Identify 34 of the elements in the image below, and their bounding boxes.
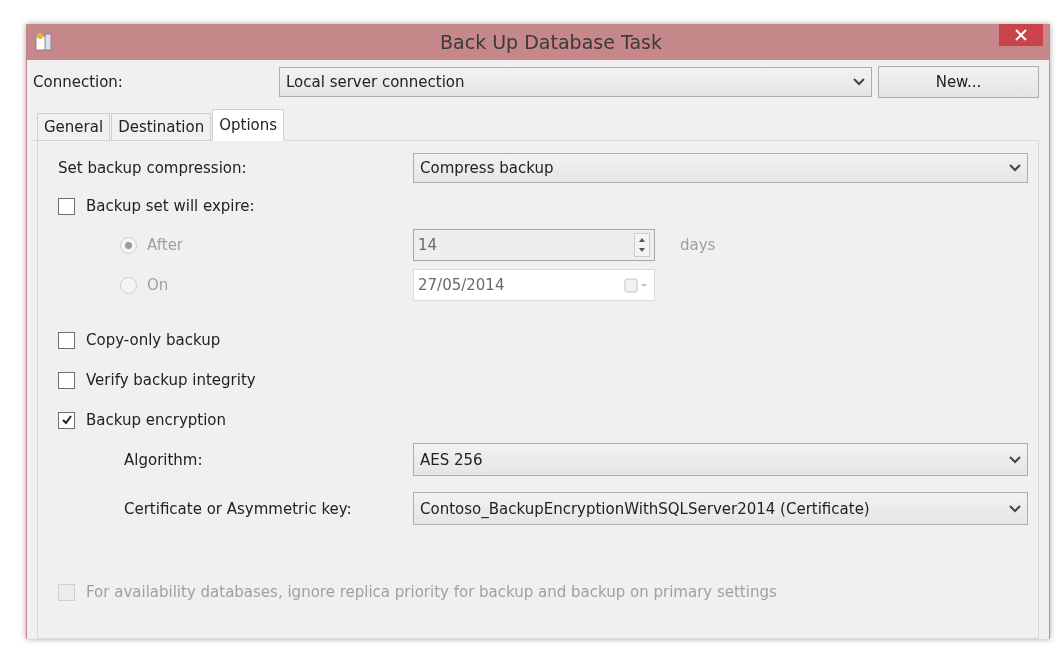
chevron-down-icon	[853, 78, 865, 86]
checkbox[interactable]	[58, 331, 75, 349]
radio-label: After	[147, 236, 184, 254]
checkbox-label: Copy-only backup	[86, 331, 221, 349]
spinner-arrows-icon	[634, 233, 650, 257]
field-label: Algorithm:	[124, 450, 203, 469]
dropdown[interactable]: AES 256	[413, 443, 1028, 476]
checkbox[interactable]	[58, 197, 75, 215]
checkbox-label: Backup set will expire:	[86, 197, 255, 215]
window-title: Back Up Database Task	[440, 31, 662, 53]
connection-label: Connection:	[33, 73, 123, 91]
close-icon	[1015, 29, 1027, 41]
checkbox-label: For availability databases, ignore replica priority for backup and backup on primary settings	[86, 583, 777, 601]
chevron-down-icon	[1009, 504, 1021, 513]
checkbox-label: Verify backup integrity	[86, 371, 256, 389]
tab[interactable]: Destination	[111, 113, 212, 141]
unit-label: days	[680, 236, 716, 254]
chevron-down-icon	[1009, 455, 1021, 464]
compression-label: Set backup compression:	[58, 159, 247, 177]
calendar-icon	[624, 277, 650, 293]
close-button[interactable]	[999, 24, 1043, 46]
tab[interactable]: General	[37, 113, 111, 141]
chevron-down-icon	[1009, 164, 1021, 172]
connection-dropdown[interactable]: Local server connection	[279, 67, 872, 97]
field-label: Certificate or Asymmetric key:	[124, 499, 352, 518]
checkbox[interactable]	[58, 411, 75, 429]
tab[interactable]: Options	[212, 109, 285, 141]
compression-dropdown[interactable]: Compress backup	[413, 153, 1028, 183]
radio-label: On	[147, 276, 169, 294]
new-button[interactable]: New...	[878, 66, 1039, 98]
app-icon	[35, 32, 53, 52]
checkbox[interactable]	[58, 371, 75, 389]
checkbox-label: Backup encryption	[86, 411, 227, 429]
dropdown[interactable]: Contoso_BackupEncryptionWithSQLServer2014 (Certificate)	[413, 492, 1028, 525]
